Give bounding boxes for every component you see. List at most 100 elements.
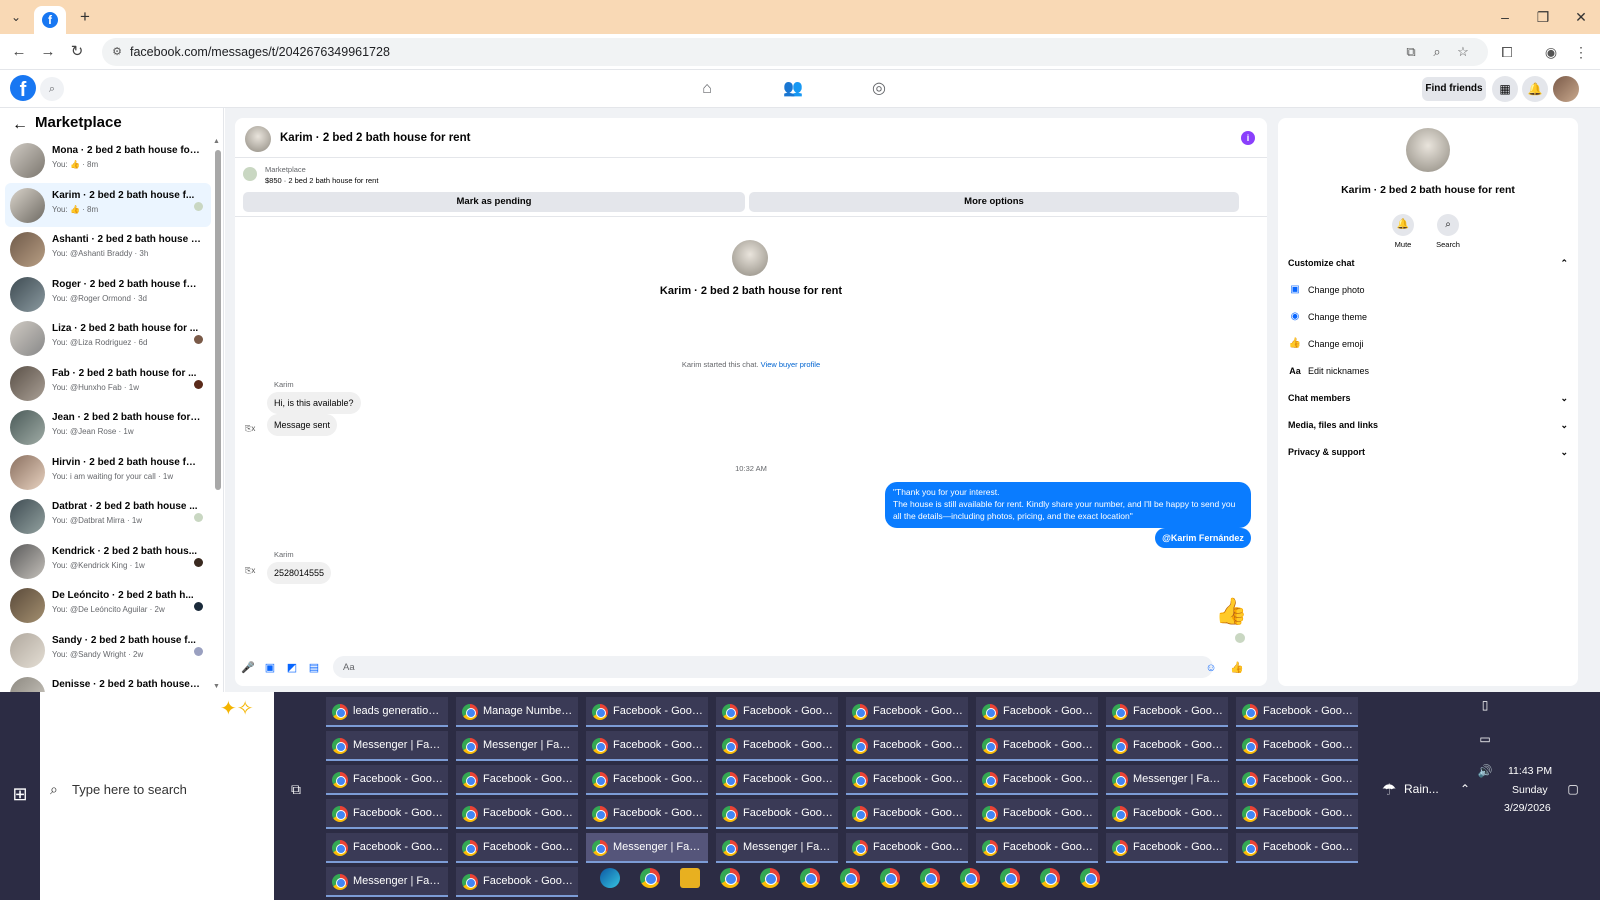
taskbar-window-button[interactable]: Facebook - Googl... [1236, 731, 1358, 761]
conversation-item[interactable]: Ashanti · 2 bed 2 bath house fo... You: @… [5, 227, 211, 272]
photo-icon[interactable]: ▣ [262, 660, 278, 676]
taskbar-window-button[interactable]: leads generation - ... [326, 697, 448, 727]
conversation-scrollbar[interactable] [215, 150, 221, 490]
facebook-search-icon[interactable]: ⌕ [40, 77, 64, 101]
site-info-icon[interactable]: ⚙ [108, 43, 126, 61]
taskbar-window-button[interactable]: Messenger | Faceb... [456, 731, 578, 761]
task-view-icon[interactable]: ⧉ [286, 781, 306, 801]
notifications-icon[interactable]: ▢ [1564, 782, 1582, 796]
taskbar-window-button[interactable]: Facebook - Googl... [976, 731, 1098, 761]
privacy-support-section[interactable]: Privacy & support ⌄ [1288, 442, 1568, 462]
taskbar-window-button[interactable]: Facebook - Googl... [716, 731, 838, 761]
taskbar-window-button[interactable]: Facebook - Googl... [1236, 765, 1358, 795]
taskbar-window-button[interactable]: Manage Numbers ... [456, 697, 578, 727]
incoming-message[interactable]: Message sent [267, 414, 338, 436]
tab-search-chevron-icon[interactable]: ⌄ [6, 7, 26, 27]
taskbar-window-button[interactable]: Facebook - Google ... [456, 867, 578, 897]
chat-members-section[interactable]: Chat members ⌄ [1288, 388, 1568, 408]
taskbar-window-button[interactable]: Facebook - Googl... [326, 765, 448, 795]
chat-header-avatar[interactable] [245, 126, 271, 152]
profile-icon[interactable]: ◉ [1540, 41, 1562, 63]
volume-icon[interactable]: 🔊 [1476, 764, 1494, 778]
taskbar-window-button[interactable]: Facebook - Googl... [846, 697, 968, 727]
windows-start-icon[interactable]: ⊞ [8, 782, 32, 806]
taskbar-window-button[interactable]: Messenger | Faceb... [326, 731, 448, 761]
incoming-message[interactable]: 2528014555 [267, 562, 332, 584]
find-friends-button[interactable]: Find friends [1422, 77, 1486, 101]
taskbar-window-button[interactable]: Facebook - Googl... [456, 799, 578, 829]
reload-icon[interactable]: ↻ [66, 41, 88, 63]
details-avatar[interactable] [1406, 128, 1450, 172]
clock-time[interactable]: 11:43 PM [1508, 765, 1552, 777]
taskbar-window-button[interactable]: Facebook - Googl... [976, 833, 1098, 863]
rain-umbrella-icon[interactable]: ☂ [1380, 780, 1398, 800]
file-explorer-icon[interactable] [680, 868, 700, 888]
more-options-button[interactable]: More options [749, 192, 1239, 212]
taskbar-window-button[interactable]: Facebook - Googl... [456, 765, 578, 795]
notifications-bell-icon[interactable]: 🔔 [1522, 76, 1548, 102]
customize-chat-section[interactable]: Customize chat ⌃ [1288, 253, 1568, 273]
change-theme-item[interactable]: ◉ Change theme [1288, 307, 1568, 327]
taskbar-window-button[interactable]: Facebook - Googl... [1236, 697, 1358, 727]
chrome-icon[interactable] [880, 868, 900, 888]
chrome-icon[interactable] [920, 868, 940, 888]
microphone-icon[interactable]: 🎤 [240, 660, 256, 676]
home-icon[interactable]: ⌂ [694, 77, 720, 101]
back-arrow-icon[interactable]: ← [8, 41, 30, 63]
taskbar-window-button[interactable]: Messenger | Faceb... [1106, 765, 1228, 795]
taskbar-window-button[interactable]: Facebook - Googl... [586, 697, 708, 727]
conversation-item[interactable]: Roger · 2 bed 2 bath house for ... You: @… [5, 272, 211, 317]
taskbar-window-button[interactable]: Messenger | Faceb... [586, 833, 708, 863]
install-app-icon[interactable]: ⧉ [1402, 43, 1420, 61]
incoming-message[interactable]: Hi, is this available? [267, 392, 361, 414]
chrome-icon[interactable] [1040, 868, 1060, 888]
taskbar-window-button[interactable]: Facebook - Googl... [716, 799, 838, 829]
taskbar-window-button[interactable]: Facebook - Googl... [1106, 697, 1228, 727]
taskbar-window-button[interactable]: Facebook - Googl... [846, 833, 968, 863]
edit-nicknames-item[interactable]: Aa Edit nicknames [1288, 361, 1568, 381]
taskbar-window-button[interactable]: Facebook - Googl... [1106, 731, 1228, 761]
new-tab-plus-icon[interactable]: + [74, 6, 96, 28]
chat-header-title[interactable]: Karim · 2 bed 2 bath house for rent [280, 132, 470, 144]
emoji-icon[interactable]: ☺ [1203, 660, 1219, 676]
chevron-up-icon[interactable]: ⌃ [1456, 782, 1474, 796]
taskbar-window-button[interactable]: Facebook - Googl... [1106, 799, 1228, 829]
taskbar-window-button[interactable]: Facebook - Googl... [586, 799, 708, 829]
restore-icon[interactable]: ❐ [1528, 6, 1558, 28]
taskbar-window-button[interactable]: Facebook - Googl... [846, 799, 968, 829]
weather-label[interactable]: Rain... [1404, 782, 1439, 796]
minimize-icon[interactable]: – [1490, 6, 1520, 28]
chrome-icon[interactable] [720, 868, 740, 888]
conversation-item[interactable]: Fab · 2 bed 2 bath house for ... You: @Hu… [5, 361, 211, 406]
taskbar-window-button[interactable]: Facebook - Googl... [586, 765, 708, 795]
thumbs-up-sent-icon[interactable]: 👍 [1215, 596, 1247, 627]
conversation-item[interactable]: Kendrick · 2 bed 2 bath hous... You: @Ken… [5, 539, 211, 584]
scroll-up-icon[interactable]: ▲ [213, 138, 220, 145]
media-files-links-section[interactable]: Media, files and links ⌄ [1288, 415, 1568, 435]
taskbar-window-button[interactable]: Facebook - Googl... [846, 731, 968, 761]
chrome-icon[interactable] [960, 868, 980, 888]
url-text[interactable]: facebook.com/messages/t/2042676349961728 [130, 45, 390, 59]
conversation-item[interactable]: Hirvin · 2 bed 2 bath house for ... You: … [5, 450, 211, 495]
bookmark-star-icon[interactable]: ☆ [1454, 43, 1472, 61]
taskbar-window-button[interactable]: Messenger | Faceb... [716, 833, 838, 863]
edge-browser-icon[interactable] [600, 868, 620, 888]
chrome-icon[interactable] [760, 868, 780, 888]
facebook-logo-icon[interactable]: f [10, 75, 36, 101]
conversation-item[interactable]: Sandy · 2 bed 2 bath house f... You: @San… [5, 628, 211, 673]
change-photo-item[interactable]: ▣ Change photo [1288, 280, 1568, 300]
conversation-item[interactable]: Denisse · 2 bed 2 bath house fo... [5, 672, 211, 692]
friends-icon[interactable]: 👥 [780, 77, 806, 101]
conversation-item[interactable]: Datbrat · 2 bed 2 bath house ... You: @Da… [5, 494, 211, 539]
view-buyer-profile-link[interactable]: View buyer profile [761, 360, 820, 369]
extensions-icon[interactable]: ⧠ [1496, 41, 1518, 63]
kebab-menu-icon[interactable]: ⋮ [1570, 41, 1592, 63]
conversation-item[interactable]: De Leóncito · 2 bed 2 bath h... You: @De … [5, 583, 211, 628]
taskbar-window-button[interactable]: Facebook - Googl... [326, 799, 448, 829]
mark-as-pending-button[interactable]: Mark as pending [243, 192, 745, 212]
forward-arrow-icon[interactable]: → [37, 41, 59, 63]
taskbar-window-button[interactable]: Facebook - Googl... [586, 731, 708, 761]
sticker-icon[interactable]: ◩ [284, 660, 300, 676]
taskbar-window-button[interactable]: Facebook - Googl... [976, 765, 1098, 795]
phone-link-icon[interactable]: ▯ [1476, 698, 1494, 712]
